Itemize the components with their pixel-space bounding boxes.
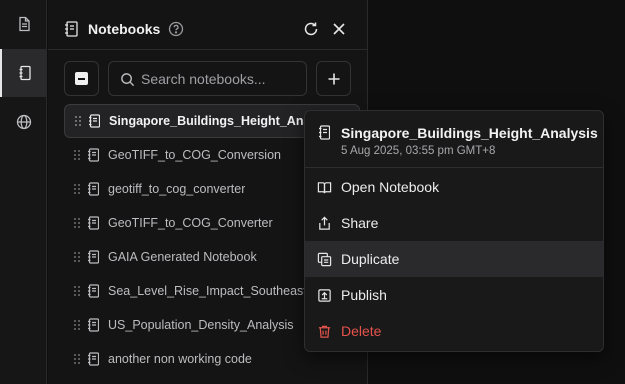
menu-item-label: Share <box>341 215 379 231</box>
notebook-name: another non working code <box>108 352 252 366</box>
rail-notebooks-button[interactable] <box>0 49 47 97</box>
notebook-icon <box>88 352 99 366</box>
menu-item-delete[interactable]: Delete <box>305 313 603 349</box>
search-box <box>108 61 307 96</box>
menu-item-label: Publish <box>341 287 387 303</box>
notebook-icon <box>19 65 31 81</box>
notebook-icon <box>319 125 330 140</box>
notebook-name: geotiff_to_cog_converter <box>108 182 246 196</box>
collapse-all-button[interactable] <box>64 61 99 96</box>
notebook-icon <box>89 114 100 128</box>
notebook-icon <box>88 250 99 264</box>
refresh-icon[interactable] <box>303 21 319 37</box>
menu-item-label: Open Notebook <box>341 179 440 195</box>
drag-handle-icon[interactable] <box>73 217 81 229</box>
menu-item-label: Delete <box>341 323 382 339</box>
close-icon[interactable] <box>332 22 346 36</box>
context-menu-timestamp: 5 Aug 2025, 03:55 pm GMT+8 <box>341 145 496 157</box>
panel-title: Notebooks <box>88 21 161 37</box>
add-notebook-button[interactable] <box>316 61 351 96</box>
rail-documents-button[interactable] <box>0 0 47 48</box>
notebook-name: GeoTIFF_to_COG_Conversion <box>108 148 281 162</box>
notebook-icon <box>88 148 99 162</box>
menu-item-label: Duplicate <box>341 251 400 267</box>
share-icon <box>319 216 330 230</box>
context-menu-header: Singapore_Buildings_Height_Analysis 5 Au… <box>305 111 603 168</box>
search-icon <box>121 73 135 87</box>
menu-item-publish[interactable]: Publish <box>305 277 603 313</box>
menu-item-duplicate[interactable]: Duplicate <box>305 241 603 277</box>
upload-icon <box>318 288 331 302</box>
app-root: Notebooks Search notebooks... Singapore_… <box>0 0 625 384</box>
menu-item-open-notebook[interactable]: Open Notebook <box>305 169 603 205</box>
drag-handle-icon[interactable] <box>73 251 81 263</box>
panel-header: Notebooks <box>48 0 368 50</box>
document-icon <box>18 16 30 32</box>
icon-rail <box>0 0 47 384</box>
drag-handle-icon[interactable] <box>73 353 81 365</box>
book-open-icon <box>317 181 332 193</box>
context-menu-title: Singapore_Buildings_Height_Analysis <box>341 125 598 141</box>
notebook-name: US_Population_Density_Analysis <box>108 318 294 332</box>
duplicate-icon <box>317 252 332 266</box>
drag-handle-icon[interactable] <box>73 149 81 161</box>
plus-icon <box>328 73 339 84</box>
minus-square-icon <box>75 72 88 85</box>
drag-handle-icon[interactable] <box>73 183 81 195</box>
notebook-icon <box>65 21 78 37</box>
search-input[interactable] <box>141 62 301 95</box>
drag-handle-icon[interactable] <box>73 319 81 331</box>
trash-icon <box>318 325 331 338</box>
notebook-icon <box>88 318 99 332</box>
drag-handle-icon[interactable] <box>74 115 82 127</box>
notebook-name: GeoTIFF_to_COG_Converter <box>108 216 273 230</box>
notebook-name: GAIA Generated Notebook <box>108 250 257 264</box>
notebook-icon <box>88 216 99 230</box>
menu-item-share[interactable]: Share <box>305 205 603 241</box>
drag-handle-icon[interactable] <box>73 285 81 297</box>
notebook-icon <box>88 284 99 298</box>
rail-globe-button[interactable] <box>0 98 47 146</box>
globe-icon <box>16 114 31 130</box>
notebook-icon <box>88 182 99 196</box>
help-icon[interactable] <box>168 21 184 37</box>
notebook-context-menu: Singapore_Buildings_Height_Analysis 5 Au… <box>304 110 604 352</box>
